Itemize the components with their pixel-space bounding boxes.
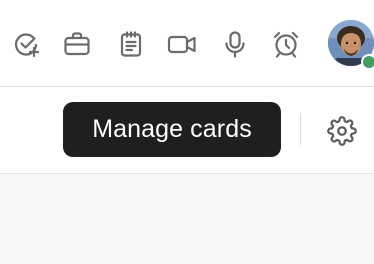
briefcase-icon[interactable] (61, 28, 93, 60)
video-camera-icon[interactable] (166, 28, 198, 60)
microphone-icon[interactable] (219, 28, 251, 60)
content-area (0, 174, 374, 264)
vertical-divider (300, 113, 301, 145)
alarm-clock-icon[interactable] (270, 28, 302, 60)
top-toolbar (0, 0, 374, 87)
presence-status-dot (361, 54, 374, 70)
clipboard-notes-icon[interactable] (115, 28, 147, 60)
gear-icon[interactable] (324, 113, 360, 149)
manage-cards-tooltip: Manage cards (63, 102, 281, 157)
task-check-icon[interactable] (11, 28, 43, 60)
